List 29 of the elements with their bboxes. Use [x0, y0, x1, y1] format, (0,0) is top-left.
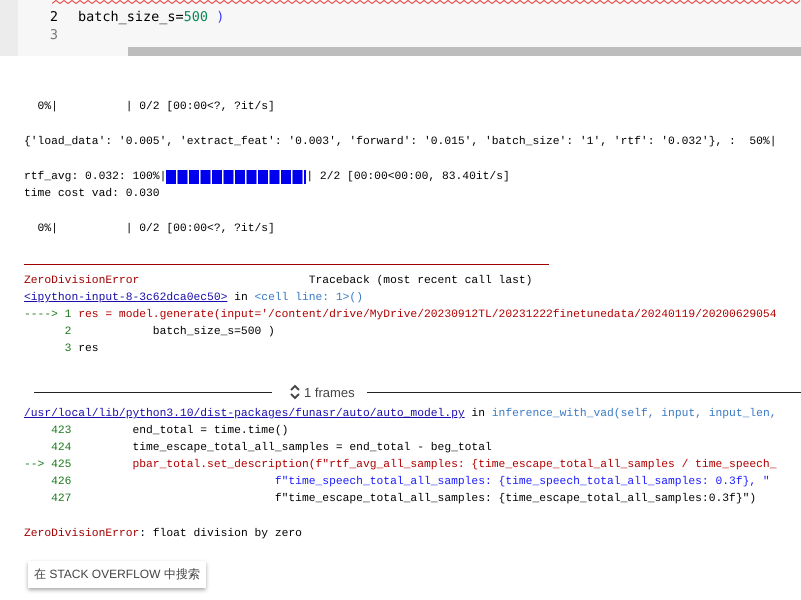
output-line: {'load_data': '0.005', 'extract_feat': '0.003', 'forward': '0.015', 'batch_size': '1', 'rtf': '0.032'}, : 50%|	[24, 134, 778, 150]
traceback-text: in	[233, 290, 249, 306]
expand-icon	[290, 384, 300, 400]
traceback-text: in	[470, 406, 486, 422]
output-line: ZeroDivisionError Traceback (most recent call last)	[24, 274, 534, 289]
output-line: 423 end_total = time.time()	[50, 424, 290, 439]
output-line: 427 f"time_escape_total_all_samples: {time_escape_total_all_samples:0.3f}")	[50, 492, 758, 507]
line-number: 2	[48, 9, 58, 25]
output-line: 0%| | 0/2 [00:00<?, ?it/s]	[36, 100, 276, 115]
output-line: 424 time_escape_total_all_samples = end_total - beg_total	[50, 440, 493, 456]
output-line: 2 batch_size_s=500 )	[64, 324, 276, 340]
output-line: 3 res	[64, 342, 100, 357]
function-name: <cell line: 1>()	[254, 290, 363, 306]
output-line: ----> 1 res = model.generate(input='/content/drive/MyDrive/20230912TL/20231222finetunedata/20240119/20200629054	[24, 308, 778, 323]
output-line: 0%| | 0/2 [00:00<?, ?it/s]	[36, 222, 276, 237]
progress-text: rtf_avg: 0.032: 100%|	[24, 170, 166, 185]
output-line: ZeroDivisionError: float division by zero	[24, 526, 303, 542]
line-number: 3	[48, 27, 58, 43]
output-line: --> 425 pbar_total.set_description(f"rtf_avg_all_samples: {time_escape_total_all_samples / time_speech_	[24, 458, 778, 473]
frames-toggle[interactable]: 1 frames	[272, 384, 367, 400]
progress-text: | 2/2 [00:00<00:00, 83.40it/s]	[306, 170, 510, 185]
output-line: 426 f"time_speech_total_all_samples: {time_speech_total_all_samples: 0.3f}, "	[50, 474, 771, 490]
horizontal-scrollbar[interactable]	[128, 47, 801, 56]
function-name: inference_with_vad(self, input, input_len,	[492, 406, 777, 422]
output-line: time cost vad: 0.030	[24, 186, 161, 202]
search-stack-overflow-button[interactable]: 在 STACK OVERFLOW 中搜索	[28, 561, 206, 588]
file-link[interactable]: <ipython-input-8-3c62dca0ec50>	[24, 290, 228, 307]
code-line: batch_size_s=500 )	[78, 9, 224, 25]
file-link[interactable]: /usr/local/lib/python3.10/dist-packages/funasr/auto/auto_model.py	[24, 406, 465, 423]
